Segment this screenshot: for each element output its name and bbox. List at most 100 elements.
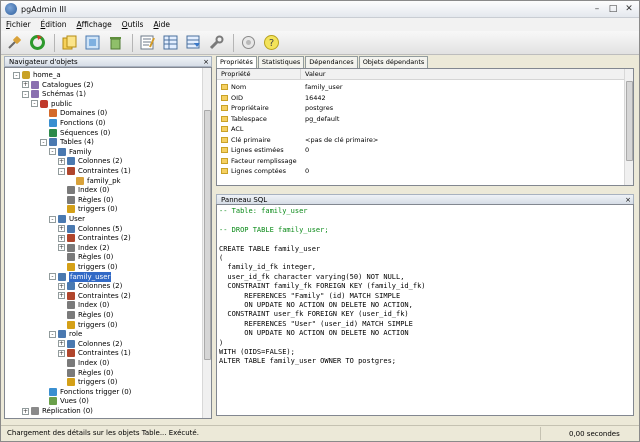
- property-row[interactable]: Clé primaire <pas de clé primaire>: [217, 135, 625, 145]
- expand-icon[interactable]: +: [22, 81, 29, 89]
- tree-node[interactable]: - Schémas (1): [22, 89, 86, 99]
- tree-node[interactable]: - Family: [49, 147, 92, 157]
- column-header-property[interactable]: Propriété: [217, 69, 301, 79]
- tree-node[interactable]: triggers (0): [58, 320, 117, 330]
- tree-node[interactable]: triggers (0): [58, 262, 117, 272]
- tree-node[interactable]: Vues (0): [40, 396, 89, 406]
- sql-panel[interactable]: -- Table: family_user -- DROP TABLE famil…: [216, 204, 634, 416]
- sql-code-line: ): [219, 338, 224, 347]
- close-icon[interactable]: ✕: [622, 3, 636, 15]
- status-bar: Chargement des détails sur les objets Ta…: [1, 425, 639, 441]
- tree-node[interactable]: Séquences (0): [40, 128, 110, 138]
- browser-scrollbar[interactable]: [202, 68, 211, 418]
- expand-icon[interactable]: +: [58, 244, 65, 252]
- collapse-icon[interactable]: -: [49, 273, 56, 281]
- properties-scrollbar[interactable]: [624, 69, 633, 185]
- property-row[interactable]: Tablespace pg_default: [217, 114, 625, 124]
- maintenance-icon[interactable]: [206, 32, 227, 53]
- tree-node-label: Colonnes (5): [78, 224, 123, 233]
- property-row[interactable]: Facteur remplissage: [217, 156, 625, 166]
- tree-node[interactable]: Fonctions trigger (0): [40, 387, 131, 397]
- menu-edition[interactable]: Édition: [36, 20, 72, 29]
- trash-icon[interactable]: [105, 32, 126, 53]
- tree-node[interactable]: - family_user: [49, 271, 112, 282]
- tree-node[interactable]: Règles (0): [58, 310, 113, 320]
- tree-node[interactable]: Index (0): [58, 185, 109, 195]
- tree-node[interactable]: Règles (0): [58, 368, 113, 378]
- property-row[interactable]: Propriétaire postgres: [217, 103, 625, 113]
- connect-icon[interactable]: [4, 32, 25, 53]
- tab-proprietes[interactable]: Propriétés: [216, 56, 257, 68]
- expand-icon[interactable]: +: [58, 340, 65, 348]
- object-browser-tree[interactable]: - home_a + Catalogues (2) - Schémas (1) - publi…: [4, 67, 212, 419]
- scrollbar-thumb[interactable]: [204, 110, 211, 360]
- tree-node[interactable]: + Index (2): [58, 243, 109, 253]
- expand-icon[interactable]: +: [58, 234, 65, 242]
- tree-node[interactable]: - home_a: [13, 70, 61, 80]
- sql-query-icon[interactable]: [137, 32, 158, 53]
- tab-statistiques[interactable]: Statistiques: [257, 56, 305, 68]
- collapse-icon[interactable]: -: [31, 100, 38, 108]
- tree-node[interactable]: triggers (0): [58, 377, 117, 387]
- property-row[interactable]: ACL: [217, 124, 625, 134]
- expand-icon[interactable]: +: [58, 349, 65, 357]
- tree-node[interactable]: - Tables (4): [40, 137, 94, 147]
- plugin-icon[interactable]: [238, 32, 259, 53]
- tab-dependances[interactable]: Dépendances: [305, 56, 358, 68]
- tree-node[interactable]: + Catalogues (2): [22, 80, 93, 90]
- properties-list[interactable]: Propriété Valeur Nom family_user OID 16442 P…: [216, 68, 634, 186]
- expand-icon[interactable]: +: [58, 157, 65, 165]
- collapse-icon[interactable]: -: [49, 215, 56, 223]
- view-data-icon[interactable]: [160, 32, 181, 53]
- minimize-icon[interactable]: –: [590, 3, 604, 15]
- tree-node[interactable]: + Contraintes (2): [58, 233, 131, 243]
- tree-node[interactable]: + Contraintes (2): [58, 291, 131, 301]
- tree-node[interactable]: - Contraintes (1): [58, 166, 131, 176]
- menu-affichage[interactable]: Affichage: [72, 20, 117, 29]
- tree-node[interactable]: Règles (0): [58, 195, 113, 205]
- collapse-icon[interactable]: -: [22, 90, 29, 98]
- menu-outils[interactable]: Outils: [117, 20, 149, 29]
- property-name: OID: [231, 93, 244, 102]
- expand-icon[interactable]: +: [58, 282, 65, 290]
- tree-node[interactable]: + Colonnes (2): [58, 339, 122, 349]
- menu-fichier[interactable]: Fichier: [1, 20, 36, 29]
- menu-aide[interactable]: Aide: [148, 20, 175, 29]
- tree-node[interactable]: triggers (0): [58, 204, 117, 214]
- maximize-icon[interactable]: □: [606, 3, 620, 15]
- tree-node[interactable]: + Contraintes (1): [58, 348, 131, 358]
- tree-node[interactable]: Index (0): [58, 358, 109, 368]
- collapse-icon[interactable]: -: [49, 330, 56, 338]
- property-row[interactable]: Nom family_user: [217, 82, 625, 92]
- scrollbar-thumb[interactable]: [626, 81, 633, 161]
- help-icon[interactable]: ?: [261, 32, 282, 53]
- tree-node[interactable]: Règles (0): [58, 252, 113, 262]
- copy-icon[interactable]: [59, 32, 80, 53]
- property-row[interactable]: Lignes comptées 0: [217, 166, 625, 176]
- expand-icon[interactable]: +: [58, 292, 65, 300]
- tree-node[interactable]: - role: [49, 329, 82, 339]
- tree-node[interactable]: + Colonnes (2): [58, 281, 122, 291]
- tree-node[interactable]: Index (0): [58, 300, 109, 310]
- column-header-value[interactable]: Valeur: [301, 69, 625, 79]
- property-row[interactable]: Lignes estimées 0: [217, 145, 625, 155]
- tree-node[interactable]: + Colonnes (2): [58, 156, 122, 166]
- properties-icon[interactable]: [82, 32, 103, 53]
- tree-node[interactable]: Fonctions (0): [40, 118, 106, 128]
- expand-icon[interactable]: +: [58, 225, 65, 233]
- tree-node[interactable]: - public: [31, 99, 72, 109]
- tree-node[interactable]: + Colonnes (5): [58, 224, 122, 234]
- tab-objets-dependants[interactable]: Objets dépendants: [358, 56, 429, 68]
- filter-data-icon[interactable]: [183, 32, 204, 53]
- collapse-icon[interactable]: -: [49, 148, 56, 156]
- tree-node[interactable]: family_pk: [67, 176, 121, 186]
- collapse-icon[interactable]: -: [40, 138, 47, 146]
- tree-node[interactable]: - User: [49, 214, 85, 224]
- tree-node[interactable]: Domaines (0): [40, 108, 107, 118]
- tree-node[interactable]: + Réplication (0): [22, 406, 93, 416]
- expand-icon[interactable]: +: [22, 407, 29, 415]
- collapse-icon[interactable]: -: [13, 71, 20, 79]
- collapse-icon[interactable]: -: [58, 167, 65, 175]
- refresh-icon[interactable]: [27, 32, 48, 53]
- property-row[interactable]: OID 16442: [217, 93, 625, 103]
